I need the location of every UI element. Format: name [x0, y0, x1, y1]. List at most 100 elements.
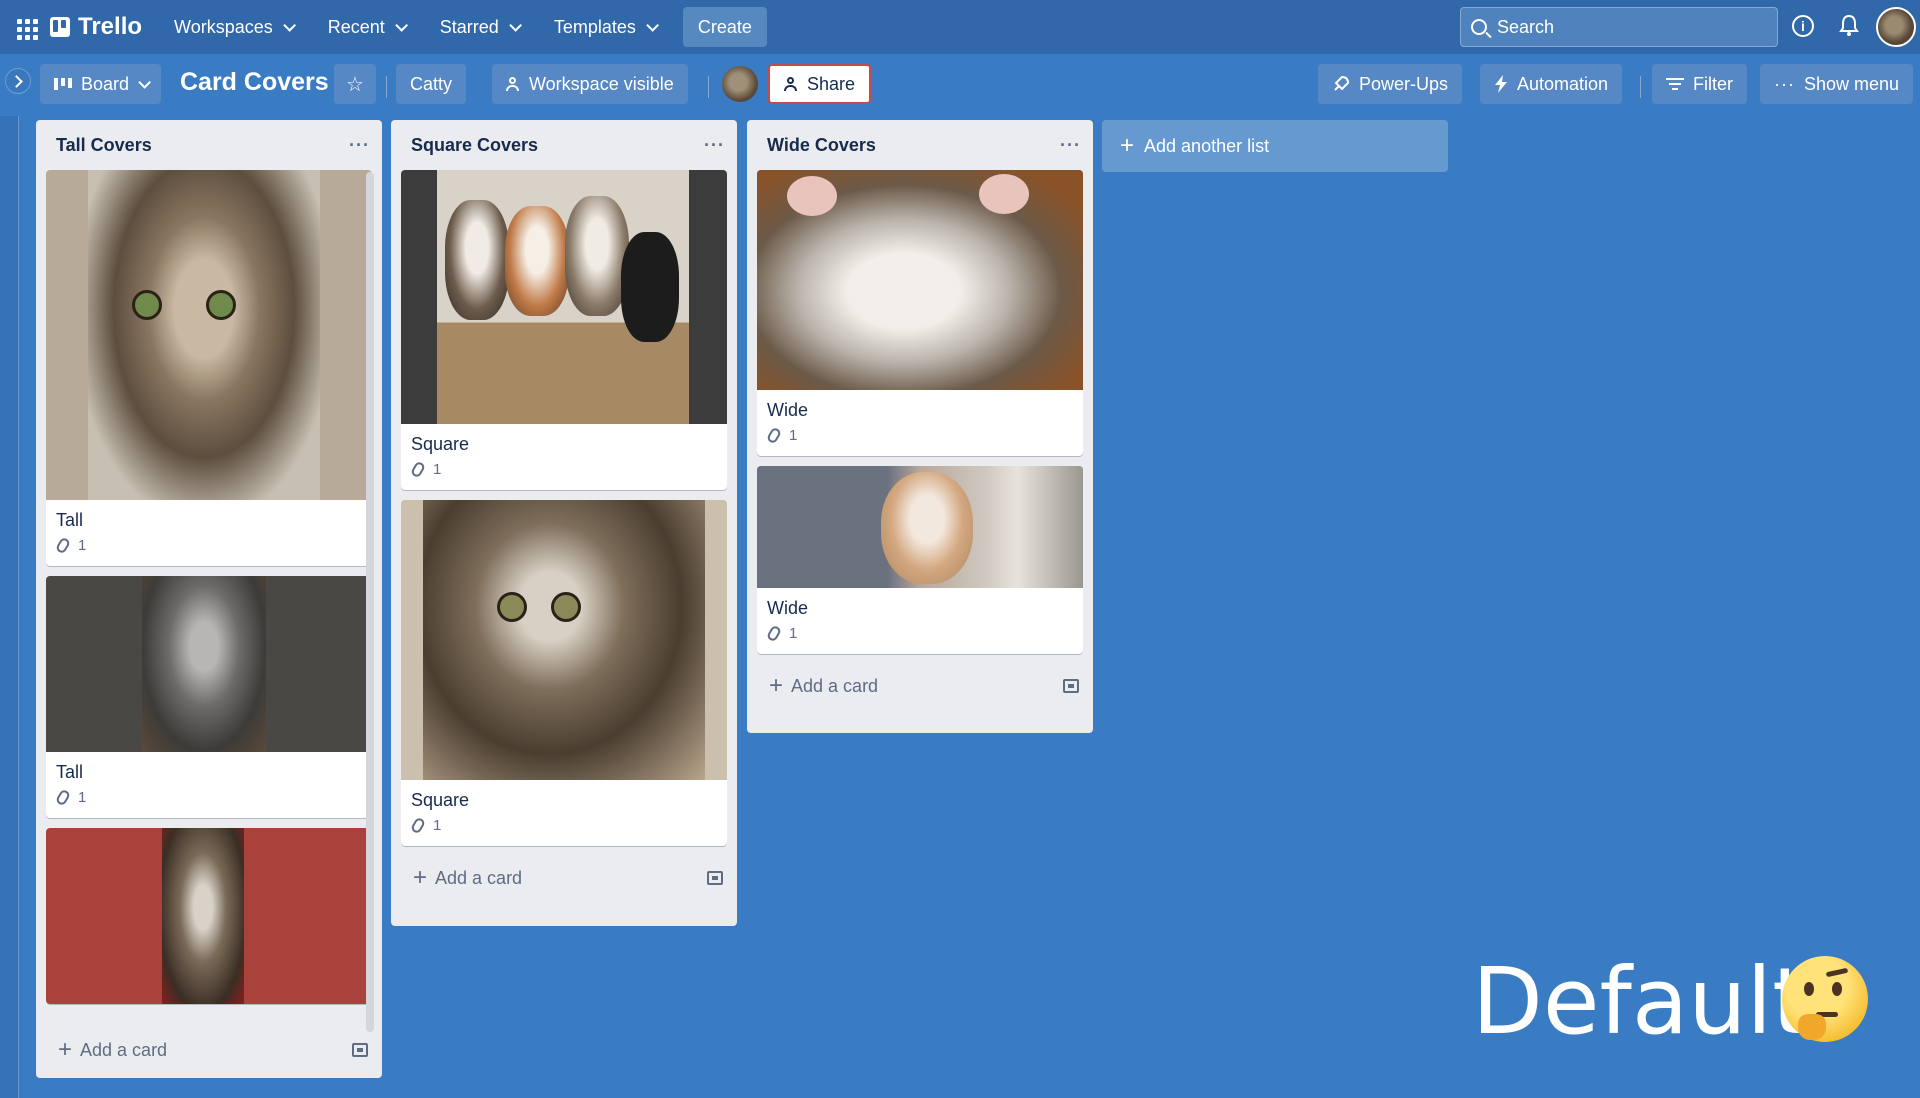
add-card-label-wrap: + Add a card [769, 674, 878, 698]
card-title: Wide [767, 400, 809, 420]
visibility-label: Workspace visible [529, 73, 674, 94]
chevron-down-icon [509, 18, 522, 32]
member-avatar[interactable] [722, 66, 758, 102]
show-menu-button[interactable]: ··· Show menu [1760, 64, 1914, 104]
workspaces-label: Workspaces [174, 16, 273, 37]
add-card-label-wrap: + Add a card [58, 1038, 167, 1062]
list-tall-covers: Tall Covers ··· Tall 1 Tall 1 + Add a ca… [36, 120, 382, 1078]
templates-label: Templates [553, 16, 636, 37]
board-header: Board Card Covers ☆ Catty Workspace visi… [0, 54, 1920, 116]
starred-label: Starred [439, 16, 499, 37]
card-cover-image [46, 576, 372, 752]
plus-icon: + [1120, 132, 1135, 159]
add-card-button[interactable]: + Add a card [36, 1022, 382, 1078]
card-title: Wide [767, 598, 809, 618]
card-cover-image [46, 170, 372, 500]
paperclip-icon [409, 816, 427, 835]
filter-button[interactable]: Filter [1652, 64, 1747, 104]
list-cards: Tall 1 Tall 1 [36, 170, 382, 1072]
card-template-icon[interactable] [707, 871, 723, 885]
recent-menu[interactable]: Recent [314, 7, 418, 47]
card[interactable] [46, 828, 372, 1004]
divider [386, 76, 387, 98]
filter-icon [1666, 78, 1684, 90]
card[interactable]: Wide 1 [757, 170, 1083, 456]
thinking-face-icon [1782, 956, 1868, 1042]
add-list-label: Add another list [1144, 135, 1270, 156]
attachment-count: 1 [789, 427, 798, 444]
notification-bell-icon[interactable] [1838, 13, 1860, 37]
card[interactable]: Square 1 [401, 500, 727, 846]
lightning-icon [1495, 75, 1507, 93]
card[interactable]: Wide 1 [757, 466, 1083, 654]
board-view-icon [54, 78, 72, 90]
show-menu-label: Show menu [1803, 73, 1900, 94]
workspaces-menu[interactable]: Workspaces [160, 7, 306, 47]
visibility-button[interactable]: Workspace visible [492, 64, 688, 104]
plus-icon: + [58, 1036, 73, 1063]
top-nav: Trello Workspaces Recent Starred Templat… [0, 0, 1920, 54]
templates-menu[interactable]: Templates [540, 7, 669, 47]
list-actions-icon[interactable]: ··· [1060, 135, 1081, 156]
list-wide-covers: Wide Covers ··· Wide 1 Wide 1 + Add a ca… [747, 120, 1093, 733]
attachment-badge: 1 [757, 421, 1083, 456]
add-card-label-wrap: + Add a card [413, 866, 522, 890]
list-header[interactable]: Wide Covers ··· [747, 120, 1093, 170]
info-icon[interactable]: i [1792, 15, 1814, 37]
collapsed-sidebar [0, 116, 19, 1098]
sidebar-expand-icon[interactable] [5, 68, 31, 94]
recent-label: Recent [327, 16, 385, 37]
board-title[interactable]: Card Covers [180, 68, 329, 97]
card-template-icon[interactable] [352, 1043, 368, 1057]
list-scrollbar[interactable] [366, 172, 374, 1032]
create-button[interactable]: Create [682, 7, 767, 47]
list-title[interactable]: Tall Covers [56, 135, 152, 156]
workspace-button[interactable]: Catty [396, 64, 467, 104]
paperclip-icon [54, 536, 72, 555]
add-person-icon [784, 77, 798, 91]
card-cover-image [401, 170, 727, 424]
search-icon [1471, 19, 1487, 35]
list-header[interactable]: Tall Covers ··· [36, 120, 382, 170]
card-cover-image [46, 828, 372, 1004]
card-title: Square [411, 790, 470, 810]
search-input[interactable]: Search [1460, 7, 1778, 47]
card[interactable]: Tall 1 [46, 170, 372, 566]
automation-label: Automation [1517, 73, 1609, 94]
paperclip-icon [765, 624, 783, 643]
add-card-button[interactable]: + Add a card [747, 664, 1093, 708]
star-board-button[interactable]: ☆ [334, 64, 376, 104]
more-icon: ··· [1774, 73, 1795, 94]
divider [708, 76, 709, 98]
add-card-button[interactable]: + Add a card [391, 856, 737, 900]
plus-icon: + [413, 864, 428, 891]
divider [1640, 76, 1641, 98]
app-name: Trello [78, 13, 143, 40]
power-ups-label: Power-Ups [1359, 73, 1449, 94]
starred-menu[interactable]: Starred [426, 7, 532, 47]
card-title: Tall [56, 762, 84, 782]
app-switcher-icon[interactable] [12, 14, 38, 40]
card-template-icon[interactable] [1063, 679, 1079, 693]
rocket-icon [1334, 75, 1350, 91]
add-card-label: Add a card [791, 675, 879, 696]
add-list-button[interactable]: + Add another list [1102, 120, 1448, 172]
card[interactable]: Square 1 [401, 170, 727, 490]
list-title[interactable]: Square Covers [411, 135, 538, 156]
list-header[interactable]: Square Covers ··· [391, 120, 737, 170]
card-cover-image [757, 466, 1083, 588]
chevron-down-icon [282, 18, 296, 32]
card-title: Tall [56, 510, 84, 530]
user-avatar[interactable] [1876, 7, 1916, 47]
list-actions-icon[interactable]: ··· [349, 135, 370, 156]
list-actions-icon[interactable]: ··· [704, 135, 725, 156]
list-title[interactable]: Wide Covers [767, 135, 876, 156]
card[interactable]: Tall 1 [46, 576, 372, 818]
power-ups-button[interactable]: Power-Ups [1318, 64, 1463, 104]
paperclip-icon [765, 426, 783, 445]
automation-button[interactable]: Automation [1480, 64, 1623, 104]
share-button[interactable]: Share [768, 64, 872, 104]
board-view-switcher[interactable]: Board [40, 64, 162, 104]
trello-logo[interactable]: Trello [50, 13, 142, 41]
people-icon [506, 77, 520, 91]
